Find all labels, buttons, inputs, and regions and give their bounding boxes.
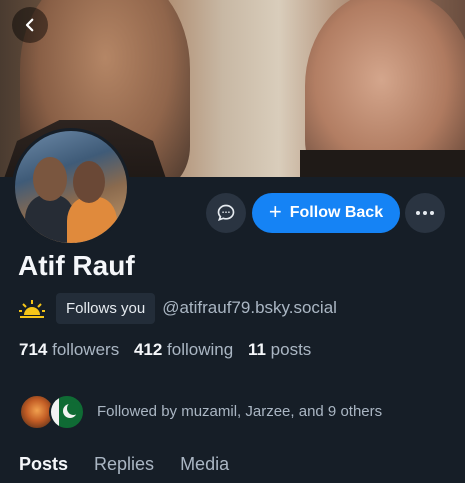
followers-count: 714 <box>19 340 48 359</box>
message-button[interactable] <box>206 193 246 233</box>
profile-handle[interactable]: @atifrauf79.bsky.social <box>162 298 337 318</box>
avatar-person-left-head <box>33 157 67 201</box>
tab-posts[interactable]: Posts <box>19 454 68 483</box>
sun-icon <box>19 300 45 318</box>
chat-bubble-icon <box>217 204 235 222</box>
followed-by-row[interactable]: Followed by muzamil, Jarzee, and 9 other… <box>19 393 383 430</box>
follows-you-badge: Follows you <box>56 292 156 324</box>
chevron-left-icon <box>25 18 34 32</box>
follow-back-button[interactable]: + Follow Back <box>252 193 400 233</box>
display-name: Atif Rauf <box>18 250 135 281</box>
profile-avatar[interactable] <box>12 128 130 246</box>
ellipsis-icon <box>416 211 434 215</box>
back-button[interactable] <box>12 7 48 43</box>
followed-by-text: Followed by muzamil, Jarzee, and 9 other… <box>97 402 383 420</box>
posts-count: 11 <box>247 340 266 359</box>
plus-icon: + <box>268 199 282 224</box>
follow-back-label: Follow Back <box>289 204 384 221</box>
profile-stats: 714 followers 412 following 11 posts <box>19 340 311 360</box>
tab-media[interactable]: Media <box>180 454 229 483</box>
profile-info-row: Follows you @atifrauf79.bsky.social <box>18 292 337 324</box>
posts-stat: 11 posts <box>248 340 311 359</box>
following-count: 412 <box>133 340 163 359</box>
banner-person-right-shirt <box>300 150 465 177</box>
avatar <box>49 394 85 430</box>
following-link[interactable]: 412 following <box>134 340 233 359</box>
following-label: following <box>167 340 234 359</box>
followers-label: followers <box>52 340 120 359</box>
tab-replies[interactable]: Replies <box>94 454 154 483</box>
avatar-person-right-body <box>67 197 117 243</box>
followed-by-avatars <box>19 393 89 430</box>
followers-link[interactable]: 714 followers <box>19 340 119 359</box>
profile-tabs: Posts Replies Media <box>0 454 465 483</box>
more-options-button[interactable] <box>405 193 445 233</box>
posts-label: posts <box>270 340 312 359</box>
avatar-person-right-head <box>73 161 105 203</box>
